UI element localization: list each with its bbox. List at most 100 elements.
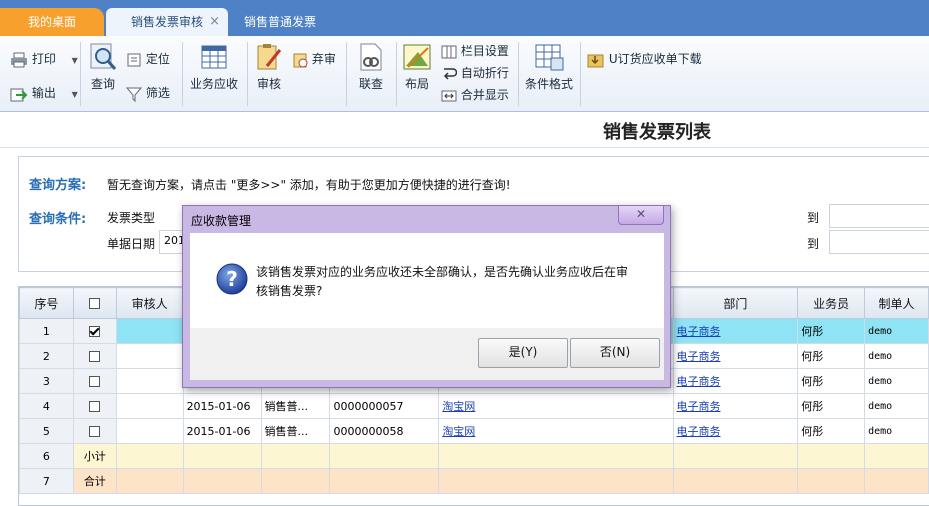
dept-link[interactable]: 电子商务 — [677, 425, 721, 438]
col-header-auditor[interactable]: 审核人 — [115, 287, 184, 319]
doc-date-end-input[interactable] — [829, 230, 929, 254]
dept-link[interactable]: 电子商务 — [677, 400, 721, 413]
merge-icon — [441, 90, 457, 101]
table-icon — [201, 45, 227, 69]
chevron-down-icon: ▼ — [71, 90, 78, 99]
column-settings-button[interactable]: 栏目设置 — [441, 42, 509, 60]
salesman-cell: 何彤 — [797, 393, 866, 419]
wrap-icon — [443, 67, 457, 80]
row-checkbox-cell[interactable] — [72, 343, 117, 369]
auto-wrap-label: 自动折行 — [460, 66, 509, 80]
layout-button[interactable]: 布局 — [402, 42, 432, 92]
dept-cell[interactable]: 电子商务 — [672, 368, 799, 394]
col-header-no[interactable]: 序号 — [19, 287, 74, 319]
dept-cell[interactable]: 电子商务 — [672, 418, 799, 444]
export-button[interactable]: 输出 ▼ — [10, 84, 78, 102]
link-document-icon — [360, 43, 382, 71]
conditional-format-button[interactable]: 条件格式 — [524, 42, 574, 92]
checkbox[interactable] — [89, 326, 101, 337]
customer-cell[interactable]: 淘宝网 — [438, 393, 674, 419]
dept-cell[interactable]: 电子商务 — [672, 318, 799, 344]
type-cell: 销售普... — [260, 418, 331, 444]
salesman-cell: 何彤 — [797, 418, 866, 444]
total-label: 合计 — [72, 468, 117, 494]
toolbar-divider — [580, 42, 581, 106]
maker-cell: demo — [864, 343, 929, 369]
type-cell: 销售普... — [260, 393, 331, 419]
dialog-title: 应收款管理 — [191, 214, 252, 228]
tab-my-desktop[interactable]: 我的桌面 — [0, 8, 104, 36]
page-title: 销售发票列表 — [603, 122, 711, 143]
checkbox[interactable] — [89, 351, 101, 362]
filter-button[interactable]: 筛选 — [126, 84, 170, 102]
dept-cell[interactable]: 电子商务 — [672, 393, 799, 419]
linked-query-button[interactable]: 联查 — [356, 42, 386, 92]
auditor-cell — [115, 318, 184, 344]
column-settings-icon — [441, 45, 457, 58]
u-order-download-label: U订货应收单下载 — [608, 52, 702, 66]
row-checkbox-cell[interactable] — [72, 418, 117, 444]
col-header-select-all[interactable] — [72, 287, 117, 319]
checkbox[interactable] — [89, 298, 101, 309]
abandon-audit-label: 弃审 — [311, 52, 336, 66]
auto-wrap-button[interactable]: 自动折行 — [441, 64, 509, 82]
col-header-maker[interactable]: 制单人 — [864, 287, 929, 319]
close-icon[interactable]: × — [209, 8, 220, 36]
row-no: 5 — [19, 418, 74, 444]
dept-link[interactable]: 电子商务 — [677, 325, 721, 338]
code-cell: 0000000057 — [329, 393, 440, 419]
checkbox[interactable] — [89, 376, 101, 387]
row-no: 1 — [19, 318, 74, 344]
row-checkbox-cell[interactable] — [72, 318, 117, 344]
locate-button[interactable]: 定位 — [126, 50, 170, 68]
toolbar-divider — [396, 42, 397, 106]
col-header-salesman[interactable]: 业务员 — [797, 287, 866, 319]
row-checkbox-cell[interactable] — [72, 393, 117, 419]
dept-link[interactable]: 电子商务 — [677, 350, 721, 363]
subtotal-label: 小计 — [72, 443, 117, 469]
business-receivable-button[interactable]: 业务应收 — [188, 42, 240, 92]
confirm-dialog: 应收款管理 ✕ ? 该销售发票对应的业务应收还未全部确认，是否先确认业务应收后在… — [182, 205, 671, 388]
dialog-message: 该销售发票对应的业务应收还未全部确认，是否先确认业务应收后在审核销售发票? — [256, 265, 629, 298]
doc-date-label: 单据日期 — [107, 237, 156, 251]
svg-text:?: ? — [226, 267, 238, 291]
checkbox[interactable] — [89, 401, 101, 412]
abandon-audit-button[interactable]: 弃审 — [292, 50, 336, 68]
dept-link[interactable]: 电子商务 — [677, 375, 721, 388]
tab-invoice-audit[interactable]: 销售发票审核 × — [106, 8, 228, 36]
invoice-type-end-input[interactable] — [829, 204, 929, 228]
yes-button[interactable]: 是(Y) — [478, 338, 568, 368]
checkbox[interactable] — [89, 426, 101, 437]
customer-cell[interactable]: 淘宝网 — [438, 418, 674, 444]
download-icon — [587, 54, 604, 67]
query-button[interactable]: 查询 — [88, 42, 118, 92]
abandon-audit-icon — [293, 53, 308, 67]
business-receivable-label: 业务应收 — [189, 77, 238, 91]
merge-display-label: 合并显示 — [460, 88, 509, 102]
customer-link[interactable]: 淘宝网 — [442, 425, 475, 438]
query-condition-label: 查询条件: — [29, 212, 87, 227]
auditor-cell — [115, 418, 184, 444]
print-button[interactable]: 打印 ▼ — [10, 50, 78, 68]
table-row[interactable]: 5 2015-01-06 销售普... 0000000058 淘宝网 电子商务 … — [19, 418, 929, 444]
dept-cell[interactable]: 电子商务 — [672, 343, 799, 369]
col-header-dept[interactable]: 部门 — [672, 287, 799, 319]
tab-normal-invoice[interactable]: 销售普通发票 — [230, 8, 330, 36]
merge-display-button[interactable]: 合并显示 — [441, 86, 509, 104]
toolbar-divider — [346, 42, 347, 106]
export-icon — [10, 88, 28, 101]
close-icon[interactable]: ✕ — [618, 206, 664, 225]
filter-label: 筛选 — [145, 86, 170, 100]
no-button[interactable]: 否(N) — [570, 338, 660, 368]
column-settings-label: 栏目设置 — [460, 44, 509, 58]
customer-link[interactable]: 淘宝网 — [442, 400, 475, 413]
u-order-download-button[interactable]: U订货应收单下载 — [587, 50, 702, 68]
row-checkbox-cell[interactable] — [72, 368, 117, 394]
table-row[interactable]: 4 2015-01-06 销售普... 0000000057 淘宝网 电子商务 … — [19, 393, 929, 419]
conditional-format-label: 条件格式 — [524, 77, 573, 91]
audit-button[interactable]: 审核 — [254, 42, 284, 92]
row-no: 3 — [19, 368, 74, 394]
query-scheme-label: 查询方案: — [29, 178, 87, 193]
row-no: 4 — [19, 393, 74, 419]
layout-label: 布局 — [404, 77, 429, 91]
